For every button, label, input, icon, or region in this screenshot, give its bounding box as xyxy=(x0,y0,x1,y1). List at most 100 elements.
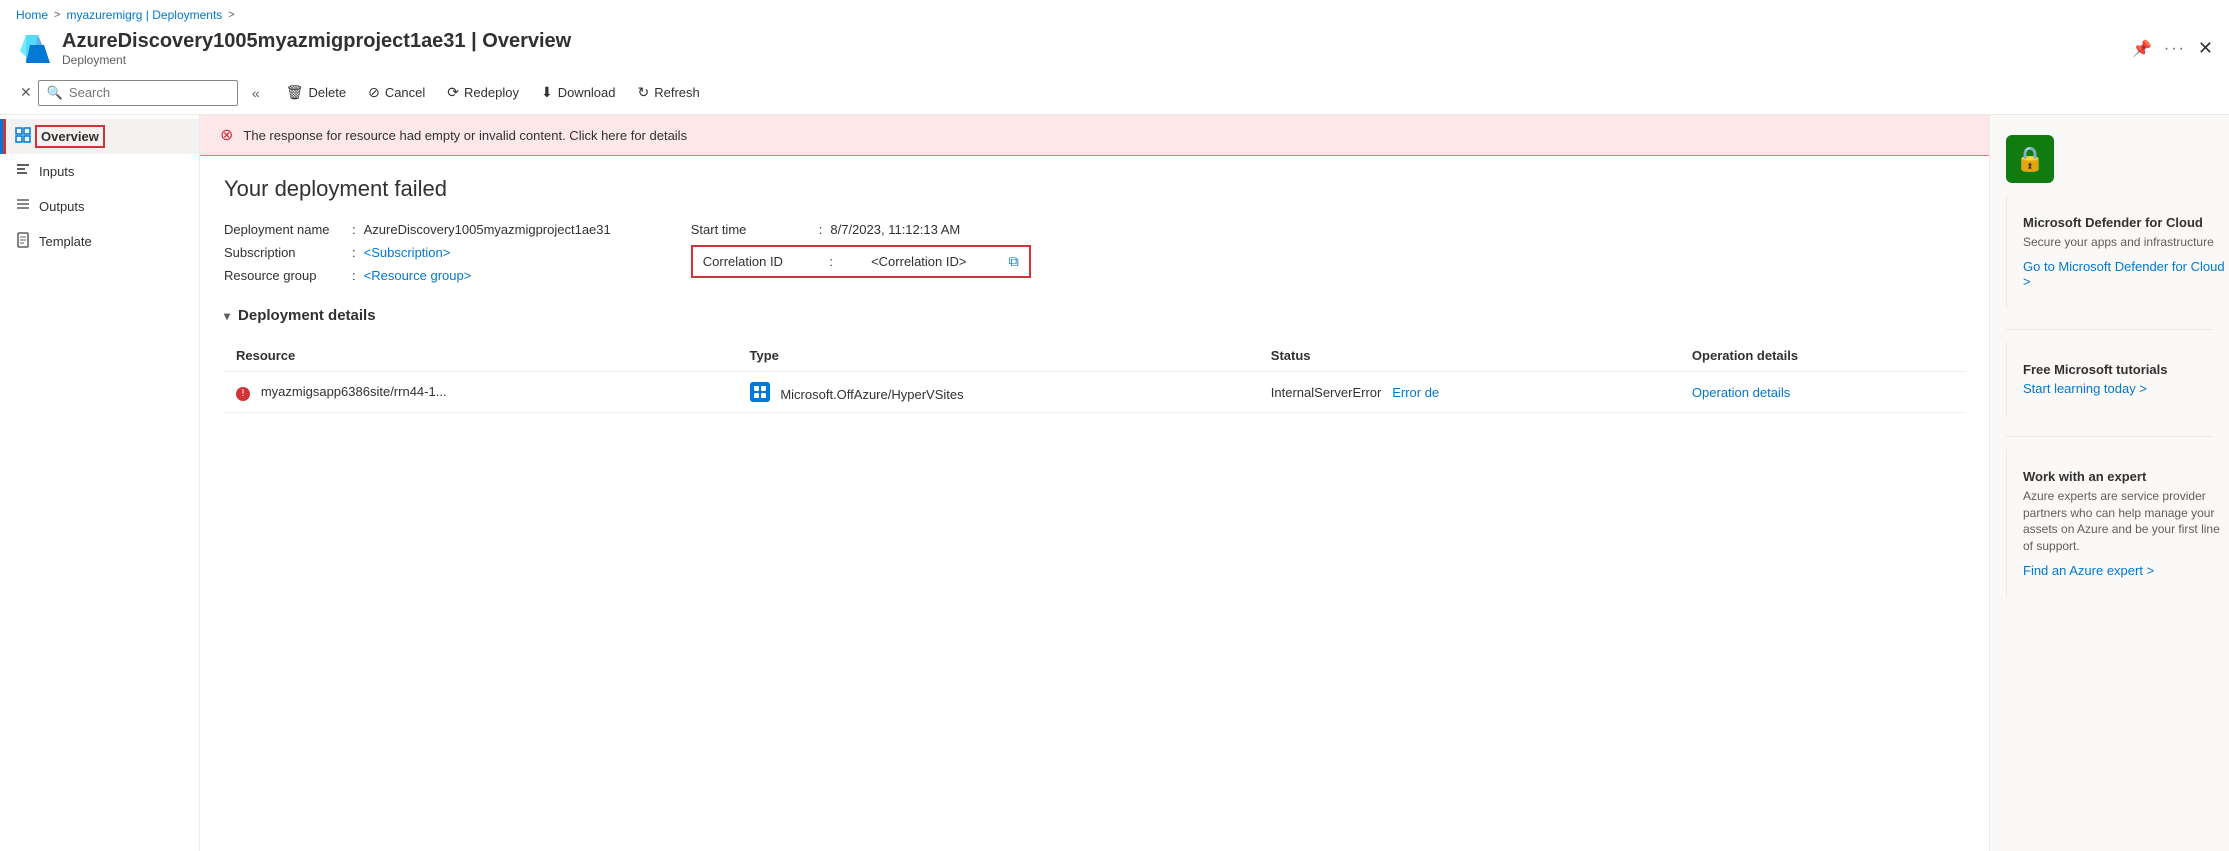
meta-deployment-name-label: Deployment name xyxy=(224,222,344,237)
search-box: 🔍 xyxy=(38,80,238,106)
right-panel: 🔒 Microsoft Defender for Cloud Secure yo… xyxy=(1989,115,2229,851)
resource-type: Microsoft.OffAzure/HyperVSites xyxy=(780,387,963,402)
meta-subscription-row: Subscription : <Subscription> xyxy=(224,245,611,260)
delete-button[interactable]: 🗑 Delete xyxy=(276,79,356,106)
redeploy-label: Redeploy xyxy=(464,85,519,100)
inputs-icon xyxy=(15,162,31,181)
tutorials-section: Free Microsoft tutorials Start learning … xyxy=(2006,342,2229,416)
main-layout: Overview Inputs Outputs xyxy=(0,115,2229,851)
sidebar-item-template[interactable]: Template xyxy=(0,224,199,259)
deployment-details: ▾ Deployment details Resource Type Statu… xyxy=(224,307,1965,413)
sidebar-item-inputs-label: Inputs xyxy=(39,164,74,179)
page-header: AzureDiscovery1005myazmigproject1ae31 | … xyxy=(0,26,2229,75)
col-header-status: Status xyxy=(1259,340,1680,372)
meta-sep1: : xyxy=(352,222,356,237)
delete-label: Delete xyxy=(309,85,347,100)
error-row-icon: ! xyxy=(236,387,250,401)
refresh-label: Refresh xyxy=(654,85,700,100)
defender-text: Secure your apps and infrastructure xyxy=(2023,234,2229,251)
sidebar-item-overview[interactable]: Overview xyxy=(0,119,199,154)
expert-section: Work with an expert Azure experts are se… xyxy=(2006,449,2229,598)
sidebar: Overview Inputs Outputs xyxy=(0,115,200,851)
collapse-sidebar-button[interactable]: ✕ xyxy=(16,80,36,105)
col-header-type: Type xyxy=(738,340,1259,372)
download-label: Download xyxy=(558,85,616,100)
collapse-button[interactable]: « xyxy=(248,81,264,105)
defender-link[interactable]: Go to Microsoft Defender for Cloud > xyxy=(2023,259,2225,289)
meta-start-time-label: Start time xyxy=(691,222,811,237)
table-cell-resource: ! myazmigsapp6386site/rrn44-1... xyxy=(224,372,738,413)
tutorials-link[interactable]: Start learning today > xyxy=(2023,381,2147,396)
error-banner-text: The response for resource had empty or i… xyxy=(243,128,687,143)
expert-title: Work with an expert xyxy=(2023,469,2229,484)
table-cell-status: InternalServerError Error de xyxy=(1259,372,1680,413)
tutorials-title: Free Microsoft tutorials xyxy=(2023,362,2229,377)
breadcrumb: Home > myazuremigrg | Deployments > xyxy=(0,0,2229,26)
meta-start-time-row: Start time : 8/7/2023, 11:12:13 AM xyxy=(691,222,1031,237)
more-icon[interactable]: ··· xyxy=(2164,40,2186,58)
copy-icon[interactable]: ⧉ xyxy=(1009,253,1019,270)
meta-deployment-name-row: Deployment name : AzureDiscovery1005myaz… xyxy=(224,222,611,237)
correlation-sep: : xyxy=(829,254,833,269)
redeploy-icon: ⟳ xyxy=(447,84,459,101)
correlation-id-label: Correlation ID xyxy=(703,254,783,269)
defender-title: Microsoft Defender for Cloud xyxy=(2023,215,2229,230)
type-icon xyxy=(750,382,770,402)
meta-subscription-link[interactable]: <Subscription> xyxy=(364,245,451,260)
deployment-failed-title: Your deployment failed xyxy=(224,176,1965,202)
cancel-button[interactable]: ⊘ Cancel xyxy=(358,79,435,106)
defender-section: Microsoft Defender for Cloud Secure your… xyxy=(2006,195,2229,309)
meta-sep2: : xyxy=(352,245,356,260)
col-header-resource: Resource xyxy=(224,340,738,372)
deployment-meta: Deployment name : AzureDiscovery1005myaz… xyxy=(224,222,1965,283)
pin-icon[interactable]: 📌 xyxy=(2132,39,2152,59)
download-button[interactable]: ⬇ Download xyxy=(531,79,626,106)
refresh-button[interactable]: ↻ Refresh xyxy=(628,79,710,106)
template-icon xyxy=(15,232,31,251)
delete-icon: 🗑 xyxy=(286,84,304,101)
meta-start-time-value: 8/7/2023, 11:12:13 AM xyxy=(830,222,960,237)
meta-left: Deployment name : AzureDiscovery1005myaz… xyxy=(224,222,611,283)
error-banner[interactable]: ⊗ The response for resource had empty or… xyxy=(200,115,1989,156)
outputs-icon xyxy=(15,197,31,216)
error-details-link[interactable]: Error de xyxy=(1392,385,1439,400)
breadcrumb-sep1: > xyxy=(54,9,60,21)
expert-link[interactable]: Find an Azure expert > xyxy=(2023,563,2154,578)
correlation-id-box: Correlation ID : <Correlation ID> ⧉ xyxy=(691,245,1031,278)
meta-correlation-row: Correlation ID : <Correlation ID> ⧉ xyxy=(691,245,1031,278)
breadcrumb-home[interactable]: Home xyxy=(16,8,48,22)
azure-logo xyxy=(16,31,52,67)
meta-resource-group-label: Resource group xyxy=(224,268,344,283)
page-subtitle: Deployment xyxy=(62,53,571,67)
content-area: ⊗ The response for resource had empty or… xyxy=(200,115,1989,851)
chevron-down-icon: ▾ xyxy=(224,309,230,323)
resource-name: myazmigsapp6386site/rrn44-1... xyxy=(261,384,447,399)
deployment-details-header[interactable]: ▾ Deployment details xyxy=(224,307,1965,324)
cancel-icon: ⊘ xyxy=(368,84,380,101)
download-icon: ⬇ xyxy=(541,84,553,101)
defender-logo: 🔒 xyxy=(2006,135,2054,183)
operation-details-link[interactable]: Operation details xyxy=(1692,385,1790,400)
expert-text: Azure experts are service provider partn… xyxy=(2023,488,2229,555)
toolbar-buttons: 🗑 Delete ⊘ Cancel ⟳ Redeploy ⬇ Download … xyxy=(276,79,710,106)
breadcrumb-deployments[interactable]: myazuremigrg | Deployments xyxy=(66,8,222,22)
page-title: AzureDiscovery1005myazmigproject1ae31 | … xyxy=(62,30,571,53)
toolbar: ✕ 🔍 « 🗑 Delete ⊘ Cancel ⟳ Redeploy ⬇ Dow… xyxy=(0,75,2229,115)
redeploy-button[interactable]: ⟳ Redeploy xyxy=(437,79,529,106)
meta-resource-group-link[interactable]: <Resource group> xyxy=(364,268,472,283)
search-input[interactable] xyxy=(69,85,229,100)
refresh-icon: ↻ xyxy=(638,84,650,101)
meta-start-sep: : xyxy=(819,222,823,237)
meta-subscription-label: Subscription xyxy=(224,245,344,260)
meta-deployment-name-value: AzureDiscovery1005myazmigproject1ae31 xyxy=(364,222,611,237)
status-value: InternalServerError xyxy=(1271,385,1382,400)
sidebar-item-inputs[interactable]: Inputs xyxy=(0,154,199,189)
error-banner-icon: ⊗ xyxy=(220,125,233,145)
shield-icon: 🔒 xyxy=(2015,145,2045,174)
close-icon[interactable]: ✕ xyxy=(2198,38,2213,59)
col-header-operation: Operation details xyxy=(1680,340,1965,372)
right-divider-1 xyxy=(2006,329,2213,330)
sidebar-item-overview-label: Overview xyxy=(39,129,101,144)
sidebar-item-outputs[interactable]: Outputs xyxy=(0,189,199,224)
table-row: ! myazmigsapp6386site/rrn44-1... xyxy=(224,372,1965,413)
